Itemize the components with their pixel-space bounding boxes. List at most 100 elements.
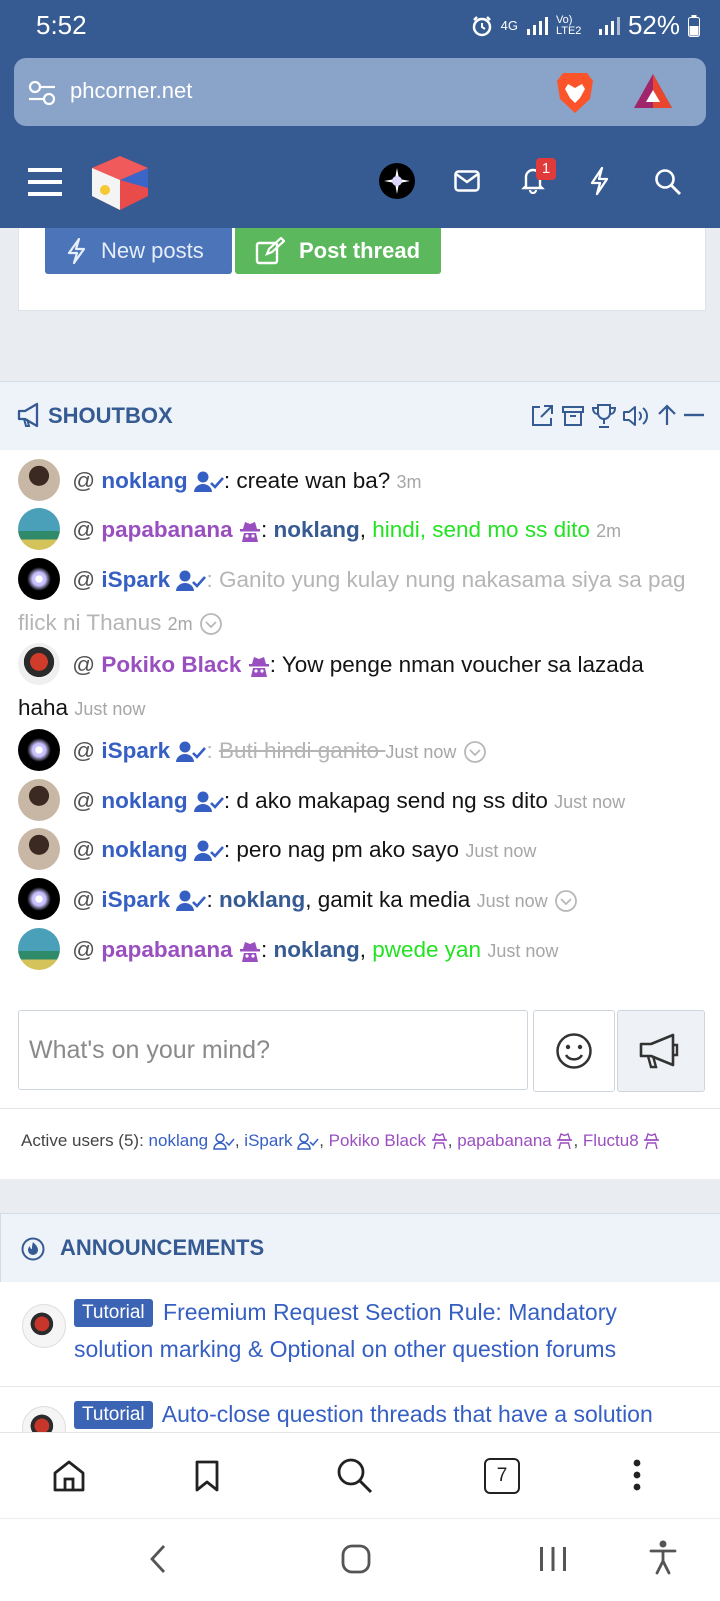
popout-icon[interactable] [530, 404, 554, 428]
avatar[interactable] [18, 729, 60, 772]
verified-user-icon [176, 741, 207, 763]
mention-at: @ [72, 887, 96, 912]
post-thread-button[interactable]: Post thread [235, 228, 441, 274]
incognito-outline-icon [643, 1133, 660, 1150]
active-sep: , [447, 1131, 458, 1150]
emoji-button[interactable] [533, 1010, 615, 1092]
verified-user-icon [193, 471, 224, 493]
shout-username[interactable]: noklang [101, 468, 187, 493]
scroll-up-icon[interactable] [656, 403, 678, 427]
expand-chevron-icon[interactable] [199, 612, 223, 636]
more-menu-icon[interactable] [632, 1458, 642, 1492]
tutorial-tag[interactable]: Tutorial [74, 1401, 153, 1429]
announcement-item[interactable]: Tutorial Freemium Request Section Rule: … [74, 1294, 694, 1368]
verified-user-icon [193, 791, 224, 813]
shout-separator: : [206, 887, 219, 912]
avatar[interactable] [18, 459, 60, 502]
active-user[interactable]: papabanana [457, 1131, 552, 1150]
shout-mention[interactable]: noklang [273, 937, 359, 962]
shout-text: hindi, send mo ss dito [372, 517, 590, 542]
shout-username[interactable]: noklang [101, 788, 187, 813]
tutorial-tag[interactable]: Tutorial [74, 1299, 153, 1327]
inbox-icon[interactable] [454, 170, 480, 192]
active-user[interactable]: Pokiko Black [329, 1131, 426, 1150]
expand-chevron-icon[interactable] [463, 740, 487, 764]
shout-time: Just now [476, 891, 548, 911]
send-shout-button[interactable] [617, 1010, 705, 1092]
shout-message: @ iSpark : Ganito yung kulay nung nakasa… [18, 558, 698, 645]
avatar[interactable] [22, 1304, 66, 1348]
shout-separator: : [260, 517, 274, 542]
shout-username[interactable]: papabanana [101, 517, 232, 542]
announcement-item[interactable]: Tutorial Auto-close question threads tha… [74, 1396, 694, 1433]
shout-time: Just now [554, 792, 626, 812]
brave-shields-icon[interactable] [556, 70, 594, 114]
minimize-icon[interactable] [684, 413, 704, 417]
menu-icon[interactable] [28, 168, 62, 196]
avatar[interactable] [18, 928, 60, 971]
shout-time: Just now [465, 841, 537, 861]
shout-username[interactable]: Pokiko Black [101, 652, 241, 677]
avatar[interactable] [18, 878, 60, 921]
mention-at: @ [72, 738, 96, 763]
shout-username[interactable]: noklang [101, 837, 187, 862]
mention-at: @ [72, 937, 96, 962]
shout-separator: : [269, 652, 282, 677]
active-sep: , [573, 1131, 583, 1150]
tabs-button[interactable]: 7 [484, 1458, 520, 1494]
site-nav: 1 [0, 136, 720, 228]
status-time: 5:52 [36, 10, 87, 40]
avatar[interactable] [18, 508, 60, 551]
shout-username[interactable]: iSpark [101, 567, 170, 592]
mention-at: @ [72, 567, 96, 592]
shoutbox-header: SHOUTBOX [0, 381, 720, 451]
announcement-title[interactable]: Auto-close question threads that have a … [162, 1401, 653, 1427]
shout-mention[interactable]: noklang [219, 887, 305, 912]
incognito-user-icon [239, 940, 261, 963]
mention-at: @ [72, 517, 96, 542]
search-icon[interactable] [654, 168, 682, 196]
archive-icon[interactable] [561, 404, 585, 428]
shout-username[interactable]: iSpark [101, 738, 170, 763]
search-icon[interactable] [336, 1457, 374, 1495]
announcements-title: ANNOUNCEMENTS [60, 1235, 265, 1260]
edit-icon [255, 237, 285, 265]
avatar[interactable] [18, 779, 60, 822]
brave-rewards-icon[interactable] [632, 72, 674, 110]
shout-username[interactable]: iSpark [101, 887, 170, 912]
browser-toolbar: phcorner.net [0, 52, 720, 136]
avatar[interactable] [18, 828, 60, 871]
site-logo-icon[interactable] [90, 154, 150, 212]
active-user[interactable]: iSpark [244, 1131, 292, 1150]
shout-username[interactable]: papabanana [101, 937, 232, 962]
new-posts-button[interactable]: New posts [45, 228, 232, 274]
sound-icon[interactable] [622, 404, 650, 428]
shout-input[interactable] [18, 1010, 528, 1090]
home-nav-icon[interactable] [340, 1543, 372, 1575]
shoutbox-title: SHOUTBOX [48, 403, 173, 428]
shout-mention[interactable]: noklang [273, 517, 359, 542]
site-settings-icon[interactable] [28, 80, 56, 106]
fire-icon [21, 1235, 45, 1261]
back-icon[interactable] [148, 1543, 168, 1575]
home-icon[interactable] [52, 1459, 86, 1493]
announcement-title[interactable]: Freemium Request Section Rule: Mandatory… [74, 1299, 617, 1362]
shout-comma: , [359, 937, 373, 962]
battery-percent: 52% [627, 10, 680, 40]
accessibility-icon[interactable] [648, 1539, 678, 1575]
megaphone-icon [16, 401, 44, 429]
avatar[interactable] [18, 643, 60, 686]
address-bar[interactable]: phcorner.net [14, 58, 706, 126]
trophy-icon[interactable] [591, 403, 617, 429]
url-text[interactable]: phcorner.net [70, 78, 192, 104]
avatar[interactable] [18, 558, 60, 601]
recent-apps-icon[interactable] [538, 1545, 568, 1573]
active-user[interactable]: noklang [149, 1131, 209, 1150]
shout-separator: : [223, 837, 237, 862]
shout-text: d ako makapag send ng ss dito [236, 788, 548, 813]
bookmark-icon[interactable] [194, 1459, 220, 1493]
expand-chevron-icon[interactable] [554, 889, 578, 913]
whats-new-lightning-icon[interactable] [588, 166, 610, 196]
active-user[interactable]: Fluctu8 [583, 1131, 639, 1150]
user-avatar-icon[interactable] [378, 162, 416, 200]
